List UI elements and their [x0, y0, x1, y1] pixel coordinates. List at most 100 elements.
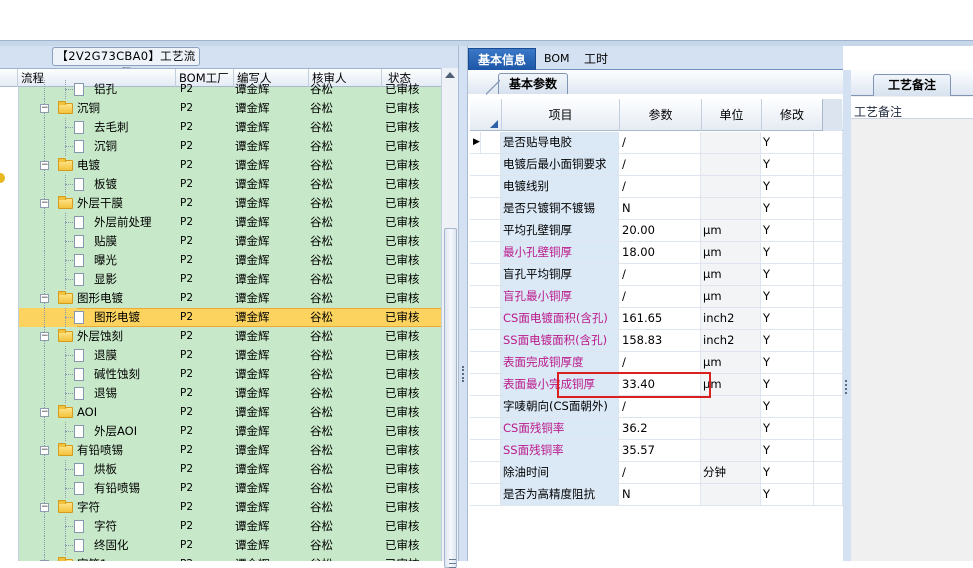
row-selector[interactable]: [470, 308, 501, 329]
param-value-cell[interactable]: N: [619, 198, 701, 219]
unit-cell[interactable]: [701, 440, 761, 461]
process-tree-scrollbar[interactable]: [441, 68, 458, 568]
unit-cell[interactable]: μm: [701, 264, 761, 285]
modify-cell[interactable]: Y: [761, 374, 814, 395]
unit-cell[interactable]: [701, 484, 761, 505]
param-value-cell[interactable]: /: [619, 396, 701, 417]
unit-cell[interactable]: [701, 418, 761, 439]
param-value-cell[interactable]: 35.57: [619, 440, 701, 461]
tree-row[interactable]: 去毛刺 P2 谭金辉 谷松 已审核: [19, 118, 441, 137]
unit-cell[interactable]: μm: [701, 286, 761, 307]
param-value-cell[interactable]: N: [619, 484, 701, 505]
param-value-cell[interactable]: 158.83: [619, 330, 701, 351]
tree-row[interactable]: 终固化 P2 谭金辉 谷松 已审核: [19, 536, 441, 555]
unit-cell[interactable]: [701, 154, 761, 175]
tree-row[interactable]: 沉铜 P2 谭金辉 谷松 已审核: [19, 137, 441, 156]
parameter-row[interactable]: 是否为高精度阻抗 N Y: [470, 484, 843, 506]
unit-cell[interactable]: 分钟: [701, 462, 761, 483]
column-header-unit[interactable]: 单位: [701, 99, 761, 131]
row-selector[interactable]: [470, 484, 501, 505]
tab-basic-info[interactable]: 基本信息: [468, 48, 536, 70]
tab-work-hours[interactable]: 工时: [576, 48, 616, 70]
row-selector[interactable]: [470, 220, 501, 241]
modify-cell[interactable]: Y: [761, 154, 814, 175]
modify-cell[interactable]: Y: [761, 418, 814, 439]
modify-cell[interactable]: Y: [761, 396, 814, 417]
row-selector[interactable]: [470, 242, 501, 263]
tree-row[interactable]: − 外层蚀刻 P2 谭金辉 谷松 已审核: [19, 327, 441, 346]
row-selector[interactable]: ▶: [470, 132, 501, 153]
row-selector[interactable]: [470, 374, 501, 395]
parameter-row[interactable]: 字唛朝向(CS面朝外) / Y: [470, 396, 843, 418]
param-value-cell[interactable]: 18.00: [619, 242, 701, 263]
row-selector[interactable]: [470, 154, 501, 175]
unit-cell[interactable]: μm: [701, 242, 761, 263]
tree-row[interactable]: 板镀 P2 谭金辉 谷松 已审核: [19, 175, 441, 194]
tree-row[interactable]: 曝光 P2 谭金辉 谷松 已审核: [19, 251, 441, 270]
row-selector[interactable]: [470, 176, 501, 197]
tree-row[interactable]: − 图形电镀 P2 谭金辉 谷松 已审核: [19, 289, 441, 308]
param-value-cell[interactable]: /: [619, 462, 701, 483]
tab-bom[interactable]: BOM: [538, 48, 570, 70]
collapse-toggle-icon[interactable]: −: [40, 503, 49, 512]
tree-row[interactable]: 图形电镀 P2 谭金辉 谷松 已审核: [19, 308, 441, 327]
param-value-cell[interactable]: 20.00: [619, 220, 701, 241]
parameter-row[interactable]: 表面完成铜厚度 / μm Y: [470, 352, 843, 374]
collapse-toggle-icon[interactable]: −: [40, 199, 49, 208]
column-header-item[interactable]: 项目: [501, 99, 619, 131]
parameter-row[interactable]: CS面电镀面积(含孔) 161.65 inch2 Y: [470, 308, 843, 330]
modify-cell[interactable]: Y: [761, 198, 814, 219]
unit-cell[interactable]: μm: [701, 220, 761, 241]
unit-cell[interactable]: [701, 396, 761, 417]
tree-row[interactable]: − 电镀 P2 谭金辉 谷松 已审核: [19, 156, 441, 175]
unit-cell[interactable]: inch2: [701, 308, 761, 329]
tree-row[interactable]: − 沉铜 P2 谭金辉 谷松 已审核: [19, 99, 441, 118]
tree-row[interactable]: 外层AOI P2 谭金辉 谷松 已审核: [19, 422, 441, 441]
parameter-row[interactable]: 最小孔壁铜厚 18.00 μm Y: [470, 242, 843, 264]
unit-cell[interactable]: [701, 176, 761, 197]
parameter-row[interactable]: 电镀后最小面铜要求 / Y: [470, 154, 843, 176]
tree-row[interactable]: 外层前处理 P2 谭金辉 谷松 已审核: [19, 213, 441, 232]
collapse-toggle-icon[interactable]: −: [40, 104, 49, 113]
collapse-toggle-icon[interactable]: −: [40, 294, 49, 303]
modify-cell[interactable]: Y: [761, 132, 814, 153]
parameter-row[interactable]: SS面电镀面积(含孔) 158.83 inch2 Y: [470, 330, 843, 352]
modify-cell[interactable]: Y: [761, 220, 814, 241]
param-value-cell[interactable]: /: [619, 286, 701, 307]
row-selector[interactable]: [470, 418, 501, 439]
parameter-row[interactable]: 平均孔壁铜厚 20.00 μm Y: [470, 220, 843, 242]
modify-cell[interactable]: Y: [761, 308, 814, 329]
unit-cell[interactable]: [701, 198, 761, 219]
unit-cell[interactable]: [701, 132, 761, 153]
tree-row[interactable]: 字符 P2 谭金辉 谷松 已审核: [19, 517, 441, 536]
collapse-toggle-icon[interactable]: −: [40, 332, 49, 341]
parameter-row[interactable]: 盲孔平均铜厚 / μm Y: [470, 264, 843, 286]
row-selector[interactable]: [470, 286, 501, 307]
parameter-row[interactable]: 盲孔最小铜厚 / μm Y: [470, 286, 843, 308]
column-header-modify[interactable]: 修改: [761, 99, 822, 131]
tree-row[interactable]: 退膜 P2 谭金辉 谷松 已审核: [19, 346, 441, 365]
unit-cell[interactable]: inch2: [701, 330, 761, 351]
row-selector[interactable]: [470, 330, 501, 351]
row-selector[interactable]: [470, 264, 501, 285]
collapse-toggle-icon[interactable]: −: [40, 161, 49, 170]
tree-row[interactable]: 显影 P2 谭金辉 谷松 已审核: [19, 270, 441, 289]
tree-row[interactable]: − 有铅喷锡 P2 谭金辉 谷松 已审核: [19, 441, 441, 460]
modify-cell[interactable]: Y: [761, 484, 814, 505]
grid-corner-icon[interactable]: [470, 99, 501, 131]
modify-cell[interactable]: Y: [761, 352, 814, 373]
param-value-cell[interactable]: /: [619, 154, 701, 175]
parameter-row[interactable]: ▶ 是否贴导电胶 / Y: [470, 132, 843, 154]
param-value-cell[interactable]: /: [619, 132, 701, 153]
tree-row[interactable]: − AOI P2 谭金辉 谷松 已审核: [19, 403, 441, 422]
parameter-row[interactable]: 除油时间 / 分钟 Y: [470, 462, 843, 484]
tree-row[interactable]: 退锡 P2 谭金辉 谷松 已审核: [19, 384, 441, 403]
parameter-row[interactable]: 是否只镀铜不镀锡 N Y: [470, 198, 843, 220]
row-selector[interactable]: [470, 440, 501, 461]
parameter-row[interactable]: CS面残铜率 36.2 Y: [470, 418, 843, 440]
modify-cell[interactable]: Y: [761, 286, 814, 307]
scroll-up-arrow-icon[interactable]: [445, 72, 455, 78]
unit-cell[interactable]: μm: [701, 352, 761, 373]
panel-splitter[interactable]: [458, 46, 468, 561]
param-value-cell[interactable]: 161.65: [619, 308, 701, 329]
